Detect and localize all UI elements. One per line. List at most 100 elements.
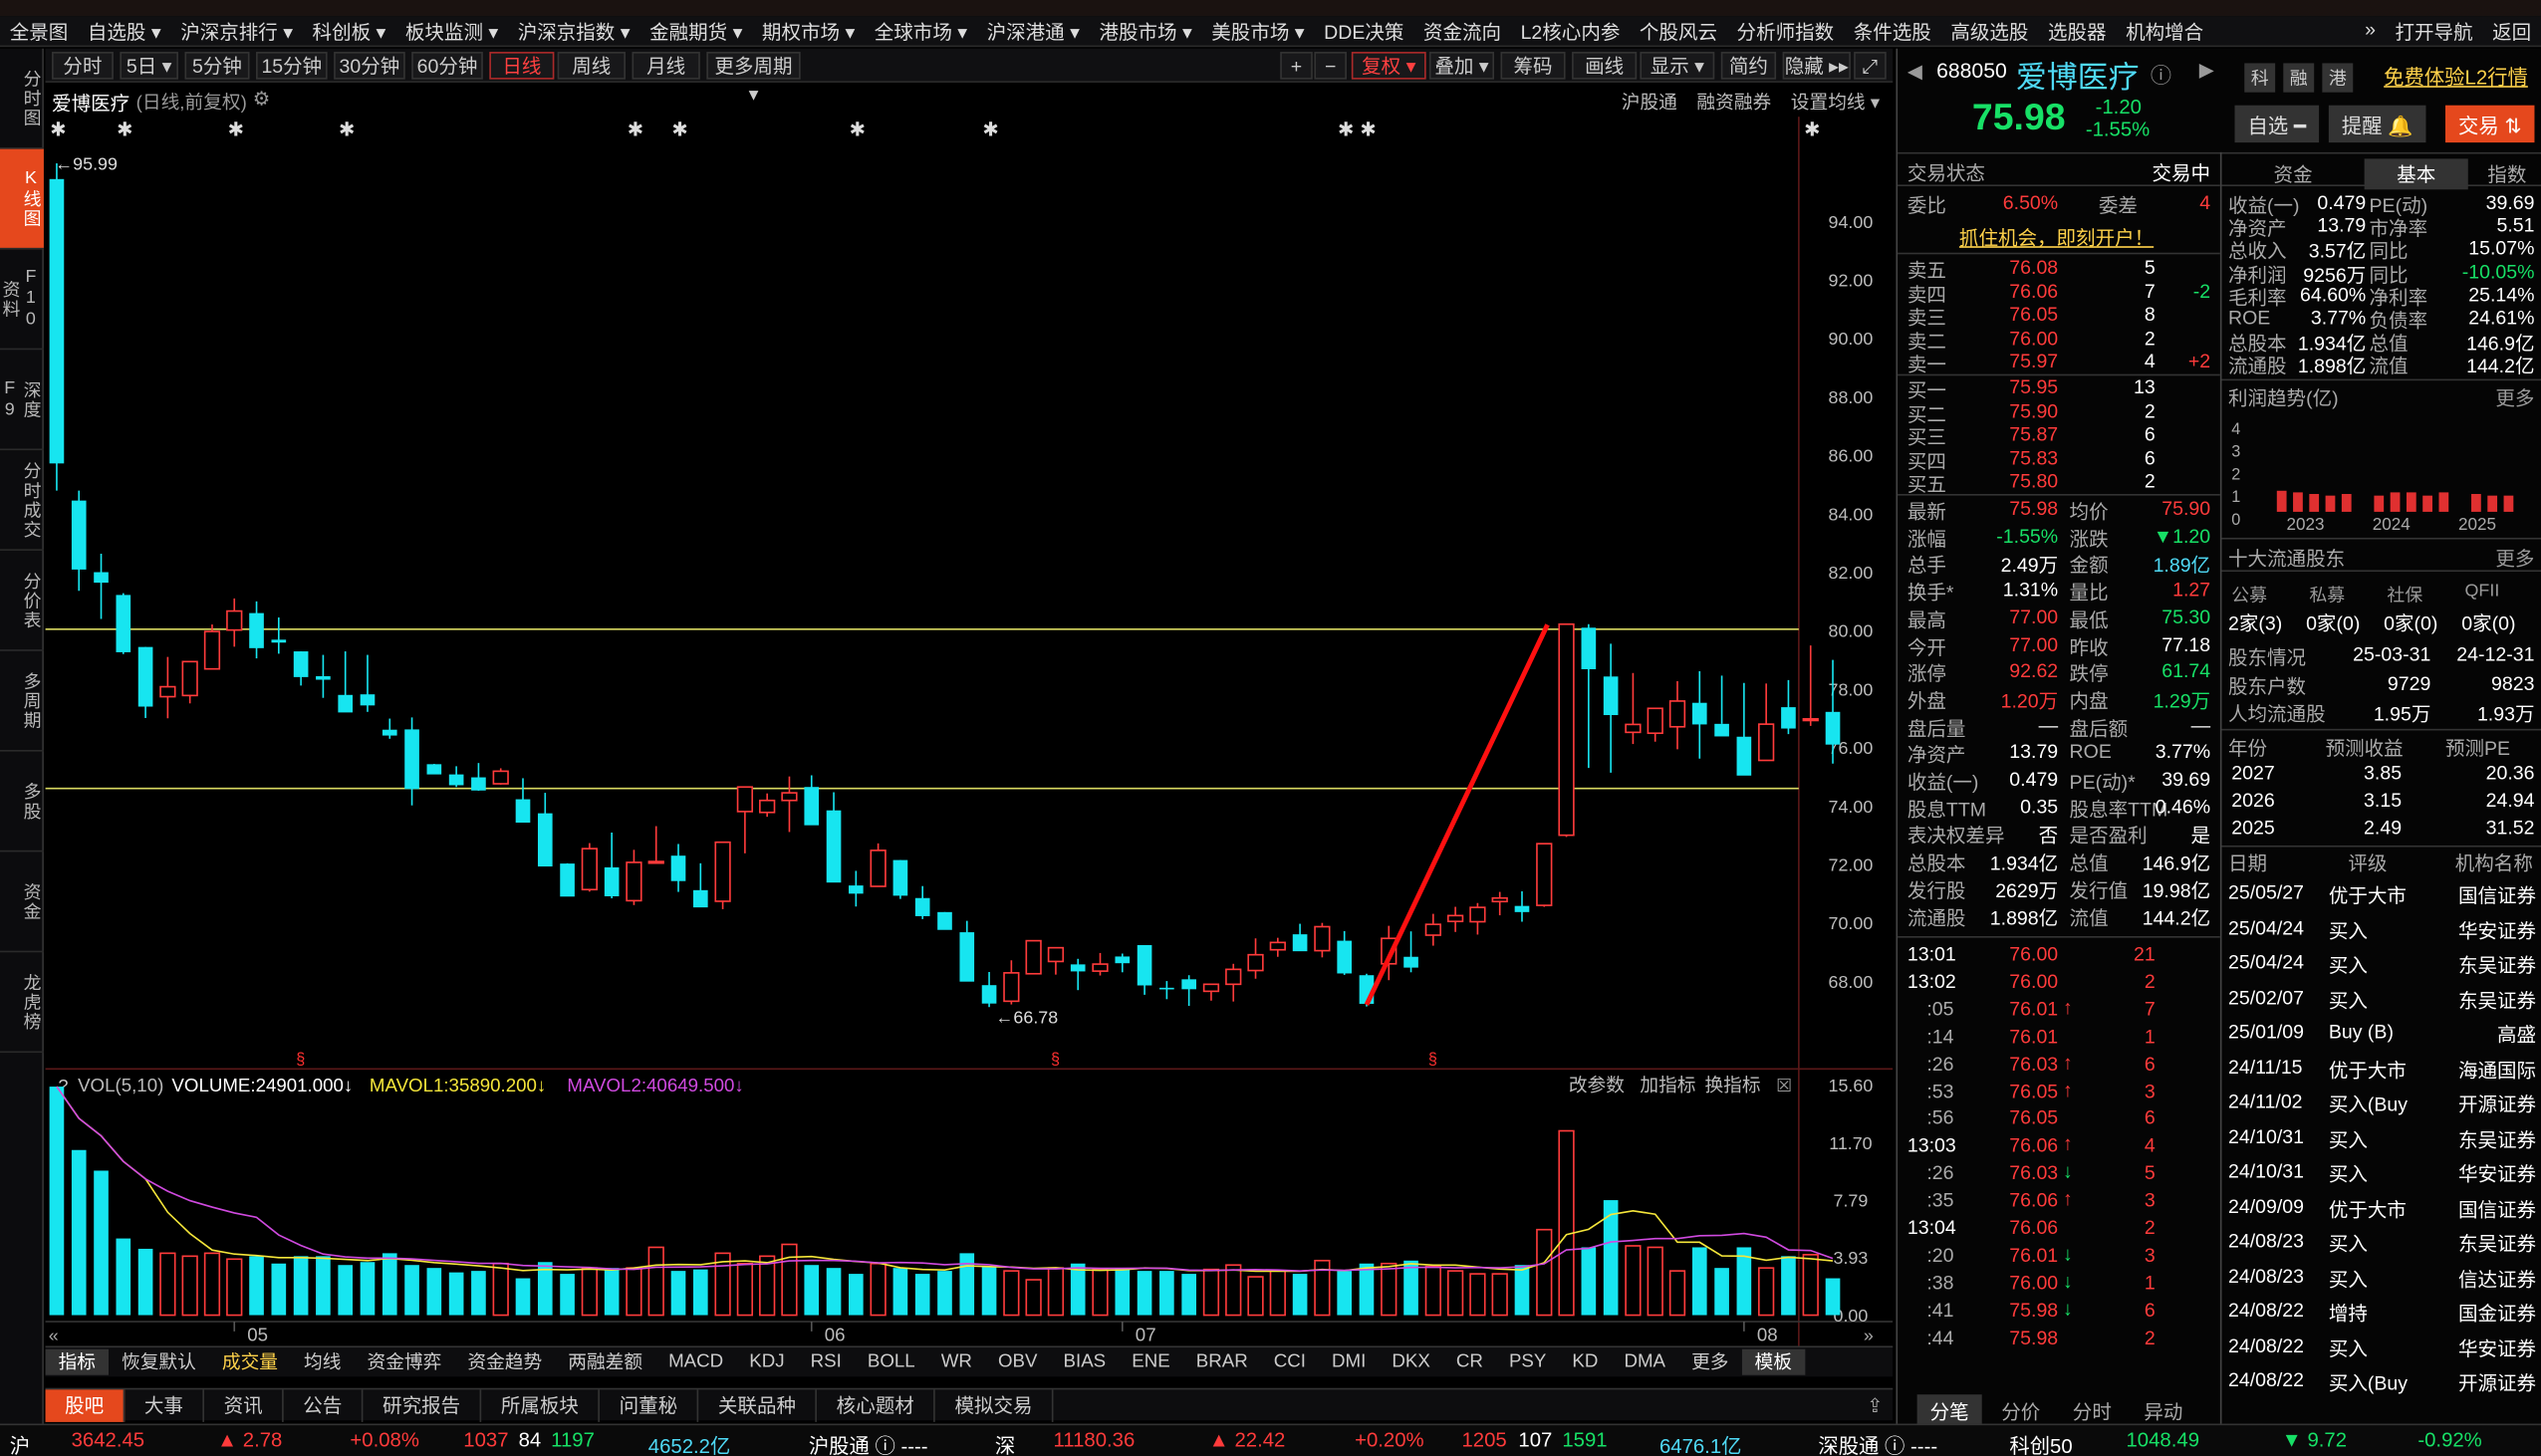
info-tab[interactable]: 关联品种: [698, 1388, 818, 1422]
indicator-tab[interactable]: 模板: [1741, 1348, 1805, 1375]
left-nav-item[interactable]: 分时图: [0, 49, 44, 149]
left-nav-item[interactable]: 深度F9: [0, 350, 44, 451]
top-menu-right-item[interactable]: 打开导航: [2386, 17, 2483, 45]
top-menu-item[interactable]: 选股器: [2038, 17, 2116, 45]
top-menu-item[interactable]: 全景图: [0, 17, 78, 45]
toolbar-button[interactable]: 叠加 ▾: [1428, 52, 1495, 80]
left-nav-item[interactable]: 分价表: [0, 551, 44, 651]
period-tab[interactable]: 分时: [52, 52, 114, 80]
left-nav-item[interactable]: K线图: [0, 148, 44, 250]
left-nav-item[interactable]: 资金: [0, 851, 44, 953]
open-account-link[interactable]: 抓住机会，即刻开户！: [1959, 223, 2154, 251]
share-icon[interactable]: ⇪: [1867, 1393, 1883, 1416]
indicator-tab[interactable]: 更多: [1678, 1349, 1741, 1375]
info-tab[interactable]: 研究报告: [364, 1388, 482, 1422]
top-menu-item[interactable]: 港股市场 ▾: [1090, 17, 1202, 45]
chart-header-link[interactable]: 设置均线 ▾: [1791, 89, 1880, 115]
indicator-tab[interactable]: CCI: [1261, 1352, 1319, 1372]
left-nav-item[interactable]: 分时成交: [0, 450, 44, 551]
period-tab[interactable]: 15分钟: [256, 52, 328, 80]
info-tab[interactable]: 所属板块: [481, 1388, 601, 1422]
watchlist-button[interactable]: 自选 ━: [2234, 105, 2320, 143]
toolbar-button[interactable]: 复权 ▾: [1351, 52, 1426, 80]
indicator-tab[interactable]: OBV: [985, 1352, 1051, 1372]
trade-button[interactable]: 交易 ⇅: [2444, 105, 2535, 143]
period-tab[interactable]: 5分钟: [184, 52, 250, 80]
top-menu-item[interactable]: L2核心内参: [1511, 17, 1630, 45]
alert-button[interactable]: 提醒 🔔: [2328, 105, 2426, 143]
top-menu-item[interactable]: 金融期货 ▾: [639, 17, 752, 45]
indicator-tab[interactable]: BRAR: [1183, 1352, 1261, 1372]
toolbar-button[interactable]: 简约: [1720, 52, 1777, 80]
indicator-tab[interactable]: 成交量: [209, 1349, 291, 1375]
top-menu-item[interactable]: 自选股 ▾: [78, 17, 170, 45]
top-menu-item[interactable]: 分析师指数: [1727, 17, 1844, 45]
top-menu-item[interactable]: 美股市场 ▾: [1202, 17, 1315, 45]
period-tab[interactable]: 5日 ▾: [120, 52, 178, 80]
l2-promo-link[interactable]: 免费体验L2行情: [2384, 60, 2528, 91]
top-menu-item[interactable]: DDE决策: [1314, 17, 1413, 45]
indicator-tab[interactable]: DMA: [1611, 1352, 1678, 1372]
next-stock-icon[interactable]: ▶: [2199, 59, 2214, 82]
indicator-tab[interactable]: PSY: [1496, 1352, 1559, 1372]
toolbar-button[interactable]: 隐藏 ▸▸: [1782, 52, 1851, 80]
period-tab[interactable]: 60分钟: [411, 52, 483, 80]
indicator-tab[interactable]: KDJ: [736, 1352, 797, 1372]
indicator-tab[interactable]: RSI: [798, 1352, 855, 1372]
kline-chart[interactable]: 94.00 92.00 90.00 88.00 86.00 84.00 82.00 80.00…: [45, 117, 1894, 1361]
settings-gear-icon[interactable]: ⚙: [253, 88, 271, 111]
period-tab[interactable]: 30分钟: [334, 52, 405, 80]
indicator-tab[interactable]: DKX: [1379, 1352, 1443, 1372]
toolbar-button[interactable]: 筹码: [1500, 52, 1566, 80]
info-tab[interactable]: 股吧: [45, 1388, 126, 1422]
chart-header-link[interactable]: 沪股通: [1622, 89, 1677, 115]
indicator-tab[interactable]: BOLL: [855, 1352, 928, 1372]
top-menu-item[interactable]: 高级选股: [1941, 17, 2039, 45]
top-menu-item[interactable]: 沪深京指数 ▾: [508, 17, 639, 45]
left-nav-item[interactable]: 多周期: [0, 651, 44, 752]
indicator-tab[interactable]: 资金博弈: [354, 1349, 454, 1375]
info-tab[interactable]: 核心题材: [817, 1388, 935, 1422]
indicator-tab[interactable]: WR: [928, 1352, 985, 1372]
period-tab[interactable]: 更多周期 ▾: [706, 52, 801, 106]
top-menu-right-item[interactable]: 返回: [2482, 17, 2541, 45]
indicator-tab[interactable]: ENE: [1119, 1352, 1183, 1372]
info-tab[interactable]: 模拟交易: [935, 1388, 1054, 1422]
indicator-tab[interactable]: 恢复默认: [109, 1349, 209, 1375]
toolbar-button[interactable]: 画线: [1572, 52, 1638, 80]
indicator-tab[interactable]: BIAS: [1051, 1352, 1120, 1372]
left-nav-item[interactable]: 龙虎榜: [0, 952, 44, 1054]
toolbar-button[interactable]: 显示 ▾: [1640, 52, 1715, 80]
top-menu-item[interactable]: 科创板 ▾: [303, 17, 395, 45]
info-tab[interactable]: 问董秘: [600, 1388, 699, 1422]
info-icon[interactable]: ⓘ: [2151, 59, 2171, 90]
top-menu-item[interactable]: 全球市场 ▾: [865, 17, 977, 45]
indicator-tab[interactable]: 资金趋势: [454, 1349, 555, 1375]
fullscreen-icon[interactable]: ⤢: [1854, 52, 1887, 80]
period-tab[interactable]: 日线: [489, 52, 555, 80]
top-menu-item[interactable]: 沪深港通 ▾: [977, 17, 1090, 45]
left-nav-item[interactable]: 多股: [0, 752, 44, 852]
top-menu-item[interactable]: 沪深京排行 ▾: [170, 17, 302, 45]
info-tab[interactable]: 资讯: [204, 1388, 284, 1422]
period-tab[interactable]: 月线: [632, 52, 700, 80]
indicator-tab[interactable]: CR: [1443, 1352, 1496, 1372]
top-menu-item[interactable]: 个股风云: [1630, 17, 1727, 45]
info-tab[interactable]: 大事: [125, 1388, 205, 1422]
indicator-tab[interactable]: KD: [1559, 1352, 1611, 1372]
indicator-tab[interactable]: 指标: [45, 1348, 110, 1375]
top-menu-item[interactable]: 机构增合: [2116, 17, 2213, 45]
info-tab[interactable]: 公告: [284, 1388, 364, 1422]
top-menu-item[interactable]: 期权市场 ▾: [752, 17, 865, 45]
indicator-tab[interactable]: 均线: [291, 1349, 354, 1375]
toolbar-button[interactable]: +: [1280, 52, 1313, 80]
toolbar-button[interactable]: −: [1314, 52, 1347, 80]
left-nav-item[interactable]: F10资料: [0, 249, 44, 351]
indicator-tab[interactable]: DMI: [1319, 1352, 1379, 1372]
chart-header-link[interactable]: 融资融券: [1696, 89, 1771, 115]
top-menu-item[interactable]: 板块监测 ▾: [395, 17, 508, 45]
prev-stock-icon[interactable]: ◀: [1907, 60, 1922, 83]
top-menu-item[interactable]: 条件选股: [1844, 17, 1941, 45]
top-menu-right-item[interactable]: »: [2355, 17, 2385, 45]
indicator-tab[interactable]: 两融差额: [555, 1349, 655, 1375]
